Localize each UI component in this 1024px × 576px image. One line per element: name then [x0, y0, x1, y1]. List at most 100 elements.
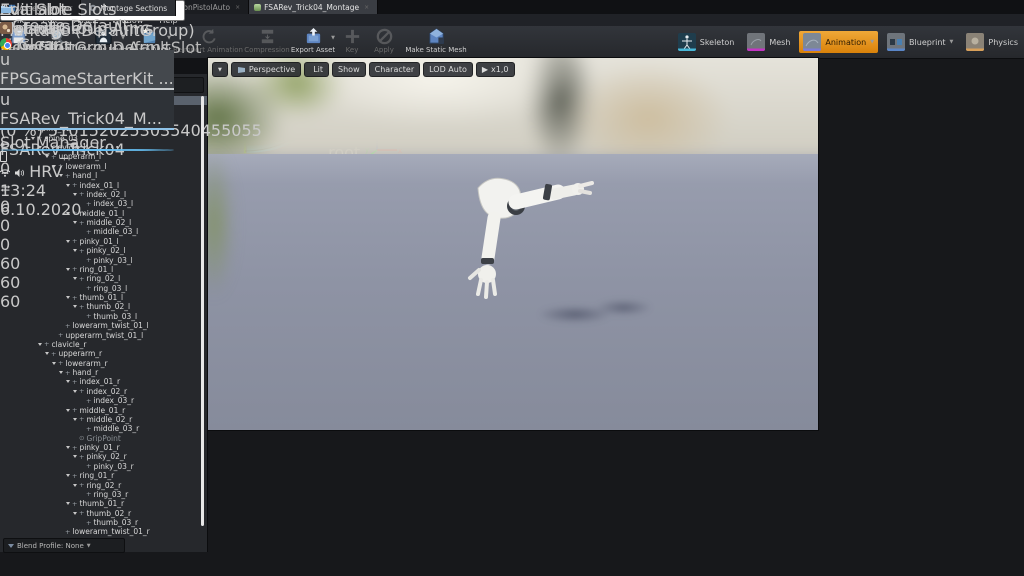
tree-row-lowerarm-twist-01-l[interactable]: +lowerarm_twist_01_l — [0, 321, 207, 330]
toolbar-button-export-asset[interactable]: ▼Export Asset — [290, 26, 336, 58]
chevron-down-icon[interactable]: ▼ — [950, 39, 954, 45]
bone-icon: + — [65, 322, 70, 330]
blend-profile-icon — [8, 544, 14, 548]
bone-icon: + — [72, 406, 77, 414]
taskbar-app-fpsgamestarterkit[interactable]: u FPSGameStarterKit ... — [0, 50, 174, 90]
tree-row-index-02-r[interactable]: +index_02_r — [0, 387, 207, 396]
language-indicator[interactable]: HRV — [29, 162, 62, 181]
make-static-mesh-icon — [427, 27, 446, 46]
lit-mode-button[interactable]: Lit — [304, 62, 329, 77]
speed-label: x1,0 — [491, 65, 508, 74]
tree-row-index-03-r[interactable]: +index_03_r — [0, 396, 207, 405]
tree-row-ring-01-r[interactable]: +ring_01_r — [0, 471, 207, 480]
show-menu-button[interactable]: Show — [332, 62, 366, 77]
bone-label: GripPoint — [86, 434, 120, 443]
bone-icon: + — [72, 378, 77, 386]
mode-button-physics[interactable]: Physics — [962, 31, 1022, 53]
toolbar-button-apply[interactable]: Apply — [368, 26, 400, 58]
expander-icon[interactable] — [66, 502, 70, 505]
mode-button-animation[interactable]: Animation▼ — [799, 31, 878, 53]
export-asset-icon — [304, 27, 323, 46]
bone-label: pinky_03_r — [93, 462, 133, 471]
total-length-field[interactable]: 60 — [0, 292, 262, 311]
close-icon[interactable]: × — [364, 4, 369, 11]
steam-tray-icon[interactable] — [0, 149, 174, 151]
volume-tray-icon[interactable] — [15, 169, 24, 177]
bone-icon: + — [58, 331, 63, 339]
chevron-down-icon[interactable]: ▼ — [870, 39, 874, 45]
mode-button-mesh[interactable]: Mesh — [743, 31, 794, 53]
network-tray-icon[interactable] — [0, 169, 10, 177]
tree-row-clavicle-r[interactable]: +clavicle_r — [0, 340, 207, 349]
playback-speed-button[interactable]: ▶ x1,0 — [476, 62, 515, 77]
bone-label: thumb_01_r — [79, 499, 124, 508]
view-range-end-field[interactable]: 60 — [0, 254, 262, 273]
app-button[interactable] — [0, 19, 174, 38]
show-label: Show — [338, 65, 360, 74]
taskbar-clock[interactable]: 13:24 6.10.2020. — [0, 181, 174, 219]
file-explorer-button[interactable] — [0, 0, 174, 19]
hidden-icons-chevron[interactable]: ▲ — [0, 140, 5, 147]
tree-row-thumb-03-l[interactable]: +thumb_03_l — [0, 312, 207, 321]
tree-row-upperarm-twist-01-l[interactable]: +upperarm_twist_01_l — [0, 330, 207, 339]
tree-row-pinky-01-r[interactable]: +pinky_01_r — [0, 443, 207, 452]
tree-row-middle-02-r[interactable]: +middle_02_r — [0, 415, 207, 424]
tree-row-lowerarm-r[interactable]: +lowerarm_r — [0, 359, 207, 368]
dropdown-caret-icon[interactable]: ▼ — [331, 35, 335, 41]
expander-icon[interactable] — [66, 380, 70, 383]
toolbar-button-make-static-mesh[interactable]: Make Static Mesh — [400, 26, 472, 58]
expander-icon[interactable] — [66, 474, 70, 477]
tree-row-hand-r[interactable]: +hand_r — [0, 368, 207, 377]
physics-mode-icon — [966, 33, 984, 51]
toolbar-button-label: Make Static Mesh — [405, 46, 466, 55]
expander-icon[interactable] — [73, 418, 77, 421]
expander-icon[interactable] — [73, 484, 77, 487]
bone-label: ring_03_r — [93, 490, 128, 499]
tree-row-upperarm-r[interactable]: +upperarm_r — [0, 349, 207, 358]
phone-tray-icon[interactable] — [0, 151, 7, 162]
expander-icon[interactable] — [73, 390, 77, 393]
character-menu-button[interactable]: Character — [369, 62, 421, 77]
expander-icon[interactable] — [73, 512, 77, 515]
playback-end-field[interactable]: 60 — [0, 273, 262, 292]
bone-icon: + — [86, 397, 91, 405]
tree-row-lowerarm-twist-01-r[interactable]: +lowerarm_twist_01_r — [0, 527, 207, 536]
bone-label: upperarm_r — [58, 349, 102, 358]
lod-auto-button[interactable]: LOD Auto — [423, 62, 473, 77]
preview-viewport[interactable]: root z x y ▼ Perspective Lit Show Charac… — [208, 58, 818, 430]
tree-row-thumb-02-r[interactable]: +thumb_02_r — [0, 509, 207, 518]
expander-icon[interactable] — [73, 455, 77, 458]
bone-icon: + — [86, 462, 91, 470]
tree-row-middle-01-r[interactable]: +middle_01_r — [0, 405, 207, 414]
tree-scrollbar[interactable] — [201, 96, 204, 526]
tree-row-thumb-03-r[interactable]: +thumb_03_r — [0, 518, 207, 527]
tab-fsarev-trick04-montage[interactable]: FSARev_Trick04_Montage × — [249, 0, 378, 14]
tree-row-middle-03-r[interactable]: +middle_03_r — [0, 424, 207, 433]
editor-mode-switcher: SkeletonMeshAnimation▼Blueprint▼Physics — [674, 26, 1022, 58]
expander-icon[interactable] — [38, 343, 42, 346]
taskbar-app-fsarev-trick04[interactable]: u FSARev_Trick04_M... — [0, 90, 174, 130]
tree-row-index-01-r[interactable]: +index_01_r — [0, 377, 207, 386]
tree-row-grippoint[interactable]: ⊙GripPoint — [0, 434, 207, 443]
toolbar-button-key[interactable]: Key — [336, 26, 368, 58]
tree-row-pinky-02-r[interactable]: +pinky_02_r — [0, 452, 207, 461]
bone-icon: + — [72, 472, 77, 480]
blend-profile-button[interactable]: Blend Profile: None ▼ — [3, 538, 125, 553]
skeleton-mode-icon — [678, 33, 696, 51]
chrome-button[interactable] — [0, 38, 174, 50]
bone-label: upperarm_twist_01_l — [65, 331, 143, 340]
expander-icon[interactable] — [45, 352, 49, 355]
expander-icon[interactable] — [52, 362, 56, 365]
ruler-tick: 55 — [241, 121, 261, 140]
tree-row-pinky-03-r[interactable]: +pinky_03_r — [0, 462, 207, 471]
tree-row-thumb-01-r[interactable]: +thumb_01_r — [0, 499, 207, 508]
bone-label: middle_02_r — [86, 415, 132, 424]
expander-icon[interactable] — [59, 371, 63, 374]
tree-row-ring-03-r[interactable]: +ring_03_r — [0, 490, 207, 499]
tree-row-ring-02-r[interactable]: +ring_02_r — [0, 480, 207, 489]
expander-icon[interactable] — [66, 446, 70, 449]
current-time-field[interactable]: 0 — [0, 235, 262, 254]
mode-button-blueprint[interactable]: Blueprint▼ — [883, 31, 957, 53]
mode-button-skeleton[interactable]: Skeleton — [674, 31, 739, 53]
expander-icon[interactable] — [66, 409, 70, 412]
